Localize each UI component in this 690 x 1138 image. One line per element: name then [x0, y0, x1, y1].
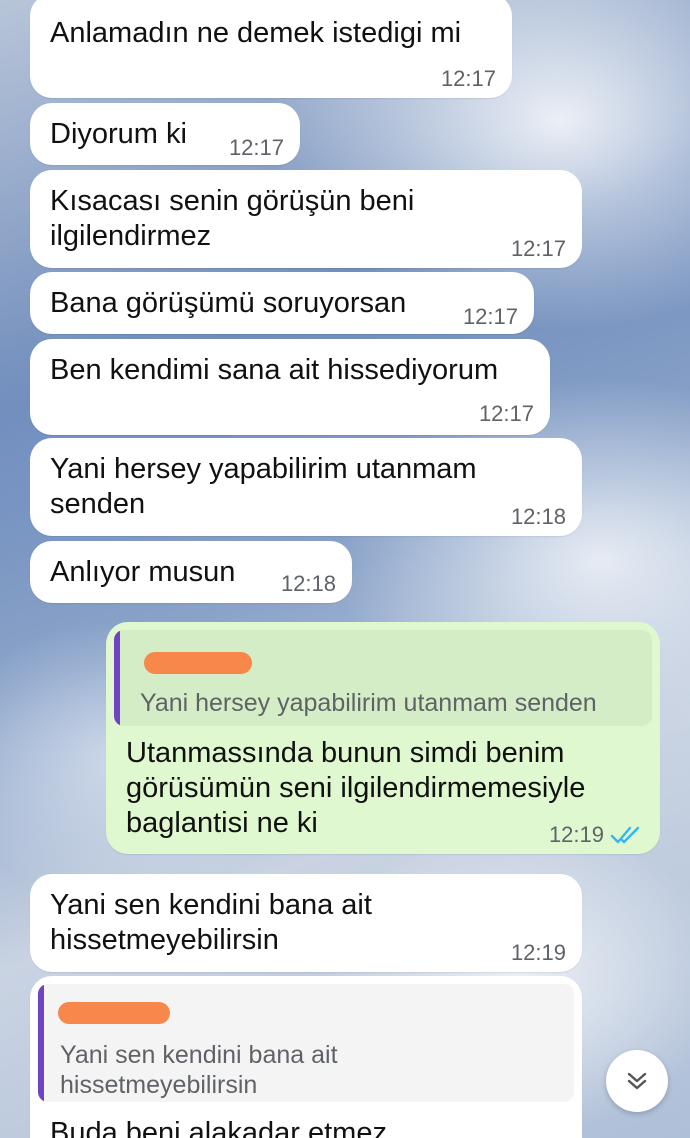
message-text: Yani sen kendini bana ait hissetmeyebili…	[50, 889, 372, 956]
message-time: 12:17	[478, 401, 534, 426]
message-text: Diyorum ki	[50, 118, 187, 150]
double-check-icon	[610, 826, 640, 844]
quote-text: Yani sen kendini bana ait hissetmeyebili…	[60, 1041, 338, 1099]
message-text: Anlıyor musun	[50, 556, 236, 588]
message-bubble-incoming[interactable]: Bana görüşümü soruyorsan 12:17	[30, 272, 534, 334]
message-text: Utanmassında bunun simdi benim görüsümün…	[126, 737, 586, 839]
quote-text: Yani hersey yapabilirim utanmam senden	[140, 689, 597, 717]
quote-bar	[38, 984, 44, 1102]
message-time: 12:19	[548, 822, 604, 847]
message-text: Kısacası senin görüşün beni ilgilendirme…	[50, 185, 415, 252]
message-text: Buda beni alakadar etmez	[50, 1117, 387, 1138]
message-time: 12:19	[510, 940, 566, 965]
quote-bar	[114, 630, 120, 726]
chat-thread: Anlamadın ne demek istedigi mi 12:17 Diy…	[0, 0, 690, 1138]
message-bubble-incoming[interactable]: Diyorum ki 12:17	[30, 103, 300, 165]
message-text: Anlamadın ne demek istedigi mi	[50, 17, 462, 49]
message-time: 12:17	[228, 135, 284, 160]
scroll-to-bottom-button[interactable]	[606, 1050, 668, 1112]
double-chevron-down-icon	[627, 1072, 647, 1090]
redacted-sender-name	[144, 652, 252, 674]
message-time: 12:18	[510, 504, 566, 529]
message-bubble-incoming[interactable]: Anlıyor musun 12:18	[30, 541, 352, 603]
message-text: Yani hersey yapabilirim utanmam senden	[50, 453, 477, 520]
message-time: 12:17	[510, 236, 566, 261]
message-bubble-incoming[interactable]: Kısacası senin görüşün beni ilgilendirme…	[30, 170, 582, 268]
message-bubble-incoming[interactable]: Anlamadın ne demek istedigi mi 12:17	[30, 0, 512, 98]
redacted-sender-name	[58, 1002, 170, 1024]
message-text: Ben kendimi sana ait hissediyorum	[50, 354, 499, 386]
message-text: Bana görüşümü soruyorsan	[50, 287, 407, 319]
message-time: 12:17	[462, 304, 518, 329]
message-bubble-incoming[interactable]: Yani hersey yapabilirim utanmam senden 1…	[30, 438, 582, 536]
message-bubble-outgoing[interactable]: Yani hersey yapabilirim utanmam senden U…	[106, 622, 660, 854]
message-bubble-incoming[interactable]: Yani sen kendini bana ait hissetmeyebili…	[30, 976, 582, 1138]
message-bubble-incoming[interactable]: Yani sen kendini bana ait hissetmeyebili…	[30, 874, 582, 972]
reply-quote[interactable]: Yani sen kendini bana ait hissetmeyebili…	[38, 984, 574, 1102]
message-time: 12:17	[440, 66, 496, 91]
reply-quote[interactable]: Yani hersey yapabilirim utanmam senden	[114, 630, 652, 726]
message-time: 12:18	[280, 571, 336, 596]
message-bubble-incoming[interactable]: Ben kendimi sana ait hissediyorum 12:17	[30, 339, 550, 435]
